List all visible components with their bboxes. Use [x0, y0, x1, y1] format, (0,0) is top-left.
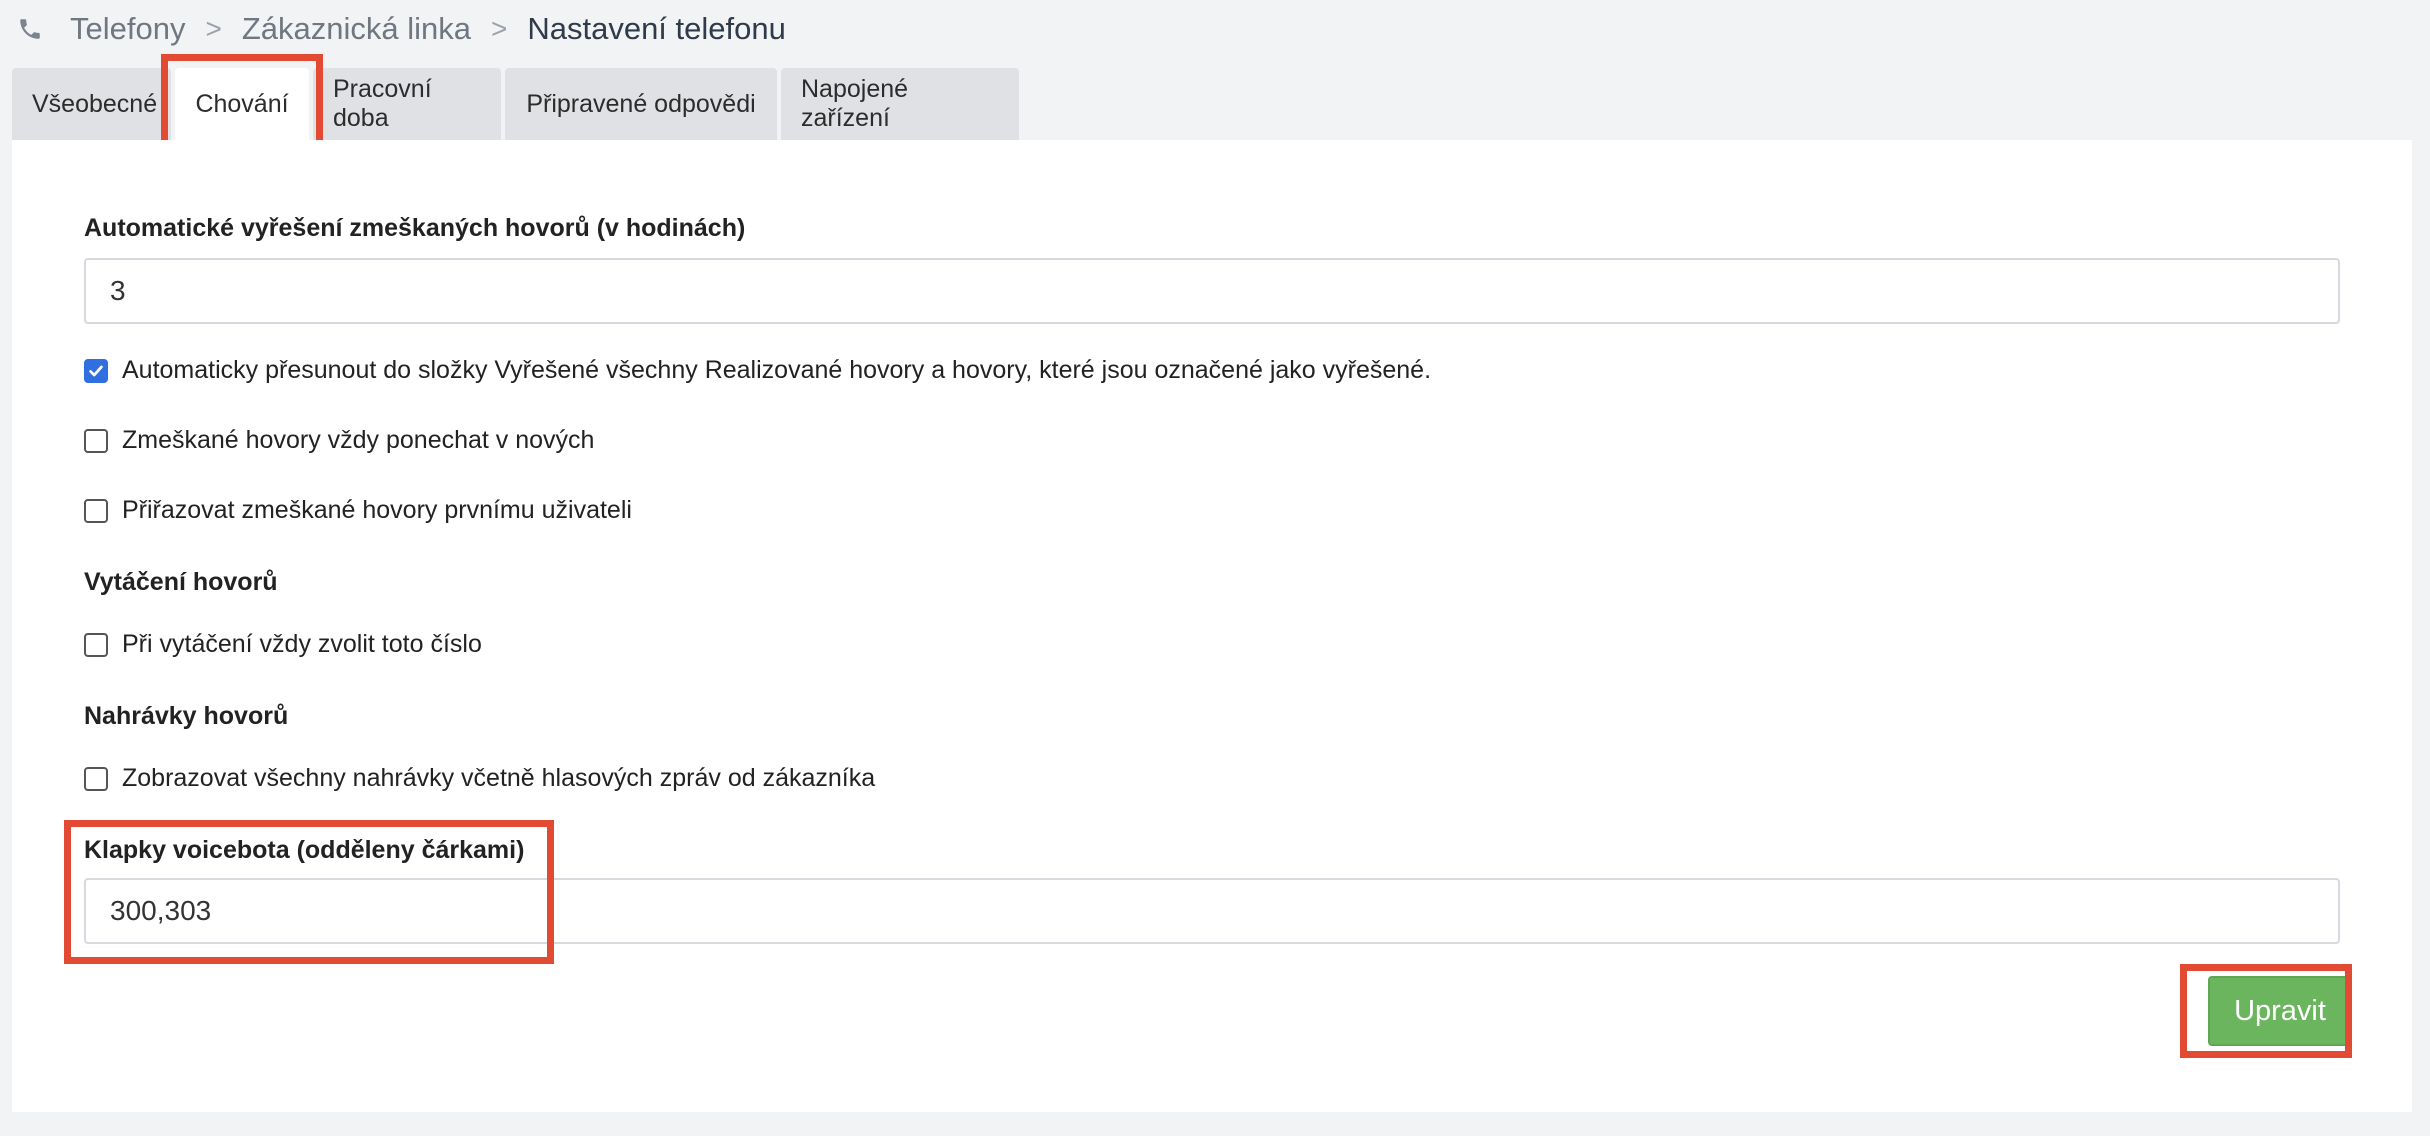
auto-move-resolved-label: Automaticky přesunout do složky Vyřešené… [122, 356, 1432, 384]
always-choose-number-option[interactable]: Při vytáčení vždy zvolit toto číslo [84, 630, 482, 659]
breadcrumb-item-nastaveni-telefonu: Nastavení telefonu [527, 11, 786, 46]
breadcrumb: Telefony > Zákaznická linka > Nastavení … [0, 0, 786, 58]
recordings-section-title: Nahrávky hovorů [84, 702, 289, 730]
breadcrumb-item-zakaznicka-linka[interactable]: Zákaznická linka [242, 11, 471, 47]
show-all-recordings-checkbox[interactable] [84, 766, 108, 791]
show-all-recordings-option[interactable]: Zobrazovat všechny nahrávky včetně hlaso… [84, 764, 875, 793]
tab-pracovni-doba[interactable]: Pracovní doba [313, 68, 501, 140]
auto-move-resolved-option[interactable]: Automaticky přesunout do složky Vyřešené… [84, 356, 1431, 385]
tab-bar: Všeobecné Chování Pracovní doba Připrave… [12, 54, 1019, 154]
upravit-button[interactable]: Upravit [2208, 976, 2352, 1046]
checkmark-icon [89, 365, 103, 376]
tab-napojene-zarizeni[interactable]: Napojené zařízení [781, 68, 1019, 140]
always-choose-number-checkbox[interactable] [84, 632, 108, 657]
auto-move-resolved-checkbox[interactable] [84, 358, 108, 383]
breadcrumb-separator: > [205, 13, 222, 44]
tab-vseobecne[interactable]: Všeobecné [12, 68, 171, 140]
auto-resolve-input[interactable] [84, 258, 2340, 324]
breadcrumb-separator: > [490, 13, 508, 44]
assign-missed-first-user-label: Přiřazovat zmeškané hovory prvnímu uživa… [122, 496, 632, 524]
always-choose-number-label: Při vytáčení vždy zvolit toto číslo [122, 630, 482, 658]
keep-missed-new-option[interactable]: Zmeškané hovory vždy ponechat v nových [84, 426, 594, 455]
show-all-recordings-label: Zobrazovat všechny nahrávky včetně hlaso… [122, 764, 876, 792]
assign-missed-first-user-checkbox[interactable] [84, 498, 108, 523]
phone-icon [10, 9, 50, 49]
breadcrumb-item-telefony[interactable]: Telefony [70, 11, 185, 47]
assign-missed-first-user-option[interactable]: Přiřazovat zmeškané hovory prvnímu uživa… [84, 496, 632, 525]
voicebot-extensions-label: Klapky voicebota (odděleny čárkami) [84, 836, 525, 864]
keep-missed-new-label: Zmeškané hovory vždy ponechat v nových [122, 426, 595, 454]
keep-missed-new-checkbox[interactable] [84, 428, 108, 453]
tab-pripravene-odpovedi[interactable]: Připravené odpovědi [505, 68, 777, 140]
tab-chovani[interactable]: Chování [161, 54, 323, 154]
settings-panel: Automatické vyřešení zmeškaných hovorů (… [12, 140, 2412, 1112]
voicebot-extensions-input[interactable] [84, 878, 2340, 944]
auto-resolve-label: Automatické vyřešení zmeškaných hovorů (… [84, 214, 746, 242]
dialing-section-title: Vytáčení hovorů [84, 568, 278, 596]
